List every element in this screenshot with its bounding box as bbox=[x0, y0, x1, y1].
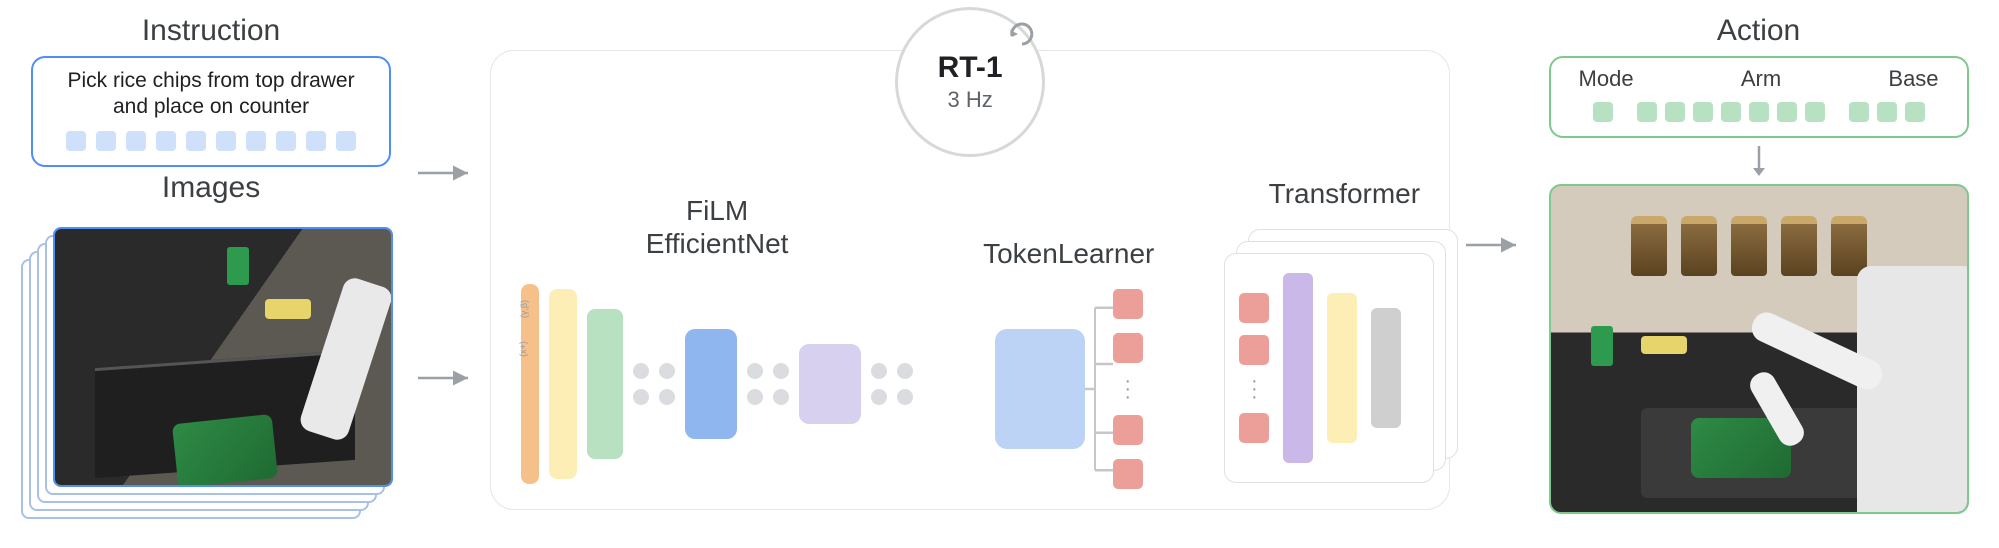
instruction-title: Instruction bbox=[142, 14, 280, 48]
output-arrow bbox=[1464, 10, 1524, 260]
eff-dots-3 bbox=[871, 363, 913, 405]
input-arrows bbox=[416, 10, 476, 480]
badge-title: RT-1 bbox=[938, 51, 1003, 85]
module1-label-line1: FiLM bbox=[686, 195, 748, 226]
module-tokenlearner: TokenLearner ··· bbox=[983, 237, 1154, 489]
input-image bbox=[53, 227, 393, 487]
tokenlearner-outputs: ··· bbox=[1113, 289, 1143, 489]
module-transformer: Transformer ··· bbox=[1224, 177, 1464, 489]
eff-bar-4 bbox=[685, 329, 737, 439]
eff-bar-3 bbox=[587, 309, 623, 459]
film-annot-xplus: (x+) bbox=[518, 341, 528, 357]
images-title: Images bbox=[162, 171, 260, 205]
model-pipeline-box: RT-1 3 Hz FiLM EfficientNet (x+) (γ,β) bbox=[490, 50, 1450, 510]
eff-dots-1 bbox=[633, 363, 675, 405]
action-title: Action bbox=[1717, 14, 1800, 48]
tokenlearner-block bbox=[995, 329, 1085, 449]
badge-hz: 3 Hz bbox=[947, 87, 992, 113]
module2-label: TokenLearner bbox=[983, 237, 1154, 271]
loop-arrow-icon bbox=[1008, 20, 1036, 48]
instruction-box: Pick rice chips from top drawer and plac… bbox=[31, 56, 391, 167]
action-col-base: Base bbox=[1888, 66, 1938, 92]
module1-label-line2: EfficientNet bbox=[646, 228, 789, 259]
rt1-badge: RT-1 3 Hz bbox=[895, 7, 1045, 157]
images-stack bbox=[21, 219, 401, 519]
transformer-card: ··· bbox=[1224, 253, 1434, 483]
instruction-text: Pick rice chips from top drawer and plac… bbox=[51, 68, 371, 121]
eff-bar-2 bbox=[549, 289, 577, 479]
output-image bbox=[1549, 184, 1969, 514]
film-annot-gammabeta: (γ,β) bbox=[519, 300, 529, 318]
action-col-mode: Mode bbox=[1579, 66, 1634, 92]
arrow-down-icon bbox=[1744, 144, 1774, 178]
eff-dots-2 bbox=[747, 363, 789, 405]
module3-label: Transformer bbox=[1269, 177, 1420, 211]
action-tokens bbox=[1569, 102, 1949, 122]
module-film-efficientnet: FiLM EfficientNet (x+) (γ,β) bbox=[521, 194, 913, 489]
action-col-arm: Arm bbox=[1741, 66, 1781, 92]
eff-bar-5 bbox=[799, 344, 861, 424]
instruction-tokens bbox=[51, 131, 371, 151]
action-box: Mode Arm Base bbox=[1549, 56, 1969, 138]
